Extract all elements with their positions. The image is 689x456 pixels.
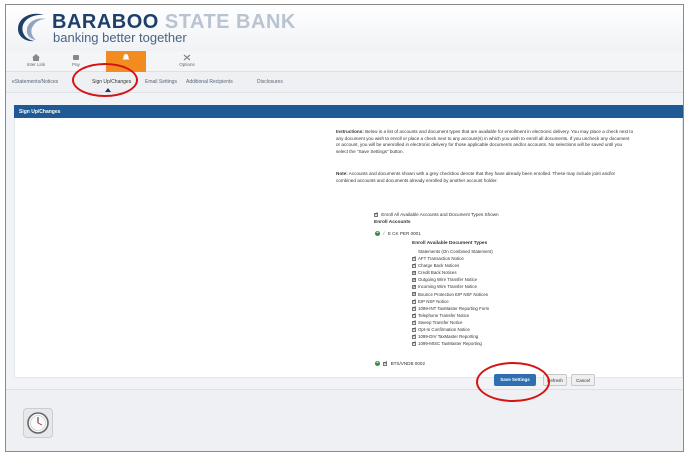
cancel-button[interactable]: Cancel xyxy=(571,374,595,386)
doc-type-item: 1099-MISC TaxMaster Reporting xyxy=(412,340,493,348)
doc-type-checkbox[interactable] xyxy=(412,291,417,298)
doc-type-item: Opt-In Confirmation Notice xyxy=(412,326,493,333)
nav-item-options[interactable]: Options xyxy=(167,51,207,72)
doc-type-item: Telephone Transfer Notice xyxy=(412,312,493,319)
expand-plus-icon[interactable]: + xyxy=(375,361,380,367)
doc-type-checkbox[interactable] xyxy=(412,312,417,319)
account-separator: / xyxy=(383,231,385,236)
instructions-label: Instructions: xyxy=(336,129,364,134)
nav-item-label: Inter Link xyxy=(26,62,46,67)
footer xyxy=(6,389,683,451)
pay-icon xyxy=(73,55,79,60)
doc-type-checkbox[interactable] xyxy=(412,270,417,277)
doc-type-item: Credit Back Notices xyxy=(412,269,493,277)
nav-item-home[interactable]: Inter Link xyxy=(16,51,56,72)
doc-types-heading: Enroll Available Document Types xyxy=(412,241,488,246)
doc-type-label: Incoming Wire Transfer Notice xyxy=(418,284,478,290)
account-name: BTS/VNDB 0002 xyxy=(390,361,426,366)
doc-type-checkbox[interactable] xyxy=(412,277,417,284)
account-checkbox[interactable] xyxy=(383,360,388,366)
doc-type-item: Bounce Protection EIP NSF Notices xyxy=(412,291,493,298)
content-card xyxy=(14,118,683,378)
instructions-text: Instructions: Below is a list of account… xyxy=(336,129,634,155)
doc-type-item: Incoming Wire Transfer Notice xyxy=(412,283,493,291)
doc-type-label: EIP NSF Notice xyxy=(418,298,449,304)
account-row: + / E CK PER 0001 xyxy=(375,231,421,237)
doc-type-label: 1099-INT TaxMaster Reporting Form xyxy=(418,305,490,311)
instructions-body: Below is a list of accounts and document… xyxy=(336,129,634,154)
tab-disclosures[interactable]: Disclosures xyxy=(257,79,283,85)
doc-type-item: 1099-DIV TaxMaster Reporting xyxy=(412,333,493,340)
doc-type-label: Sweep Transfer Notice xyxy=(418,319,463,325)
annotation-circle xyxy=(72,63,138,97)
doc-type-checkbox[interactable] xyxy=(412,255,417,262)
tab-additional-recipients[interactable]: Additional Recipients xyxy=(186,79,233,85)
doc-type-item: 1099-INT TaxMaster Reporting Form xyxy=(412,305,493,312)
bank-logo-icon xyxy=(18,13,46,42)
clock-icon xyxy=(27,412,49,434)
expand-plus-icon[interactable]: + xyxy=(375,231,380,237)
doc-types-list: Statements (On Combined Statement) AFT T… xyxy=(412,248,493,348)
tab-estatements-notices[interactable]: eStatements/Notices xyxy=(12,79,58,85)
enroll-accounts-heading: Enroll Accounts xyxy=(374,220,411,225)
doc-type-label: Credit Back Notices xyxy=(418,270,457,276)
doc-type-checkbox[interactable] xyxy=(412,284,417,291)
doc-type-item: Sweep Transfer Notice xyxy=(412,319,493,326)
bell-icon xyxy=(122,54,130,60)
doc-type-label: Telephone Transfer Notice xyxy=(418,312,470,318)
doc-type-label: Opt-In Confirmation Notice xyxy=(418,327,470,333)
account-name: E CK PER 0001 xyxy=(387,231,421,236)
section-title: Sign Up/Changes xyxy=(14,105,683,118)
doc-type-label: AFT Transaction Notice xyxy=(418,256,464,262)
note-body: Accounts and documents shown with a grey… xyxy=(336,171,616,183)
annotation-circle xyxy=(476,362,550,402)
nav-item-label: Options xyxy=(179,62,195,67)
doc-type-label: Bounce Protection EIP NSF Notices xyxy=(418,291,488,297)
doc-type-checkbox[interactable] xyxy=(412,298,417,305)
note-text: Note: Accounts and documents shown with … xyxy=(336,171,634,184)
doc-type-item: EIP NSF Notice xyxy=(412,298,493,305)
doc-type-checkbox[interactable] xyxy=(412,333,417,340)
bank-tagline: banking better together xyxy=(53,30,187,45)
account-row: + BTS/VNDB 0002 xyxy=(375,360,426,367)
doc-type-checkbox[interactable] xyxy=(412,319,417,326)
doc-type-item: AFT Transaction Notice xyxy=(412,255,493,262)
doc-type-label: Outgoing Wire Transfer Notice xyxy=(418,277,478,283)
doc-type-checkbox[interactable] xyxy=(412,305,417,312)
doc-type-item: Statements (On Combined Statement) xyxy=(412,248,493,255)
enroll-all-checkbox[interactable] xyxy=(374,211,379,217)
tab-email-settings[interactable]: Email Settings xyxy=(145,79,177,85)
session-timer-widget xyxy=(23,408,53,438)
doc-type-label: 1099-DIV TaxMaster Reporting xyxy=(418,334,479,340)
options-icon xyxy=(183,54,191,61)
enroll-all-label: Enroll All Available Accounts and Docume… xyxy=(381,212,499,217)
bank-header: BARABOO STATE BANK banking better togeth… xyxy=(6,5,683,51)
nav-item-label: Pay xyxy=(72,62,80,67)
enroll-all-row: Enroll All Available Accounts and Docume… xyxy=(374,211,499,217)
note-label: Note: xyxy=(336,171,348,176)
doc-type-label: Statements (On Combined Statement) xyxy=(418,249,493,254)
doc-type-checkbox[interactable] xyxy=(412,340,417,348)
doc-type-checkbox[interactable] xyxy=(412,262,417,270)
doc-type-checkbox[interactable] xyxy=(412,326,417,333)
home-icon xyxy=(32,54,40,61)
doc-type-item: Outgoing Wire Transfer Notice xyxy=(412,276,493,284)
doc-type-label: Charge Back Notices xyxy=(418,263,460,269)
doc-type-item: Charge Back Notices xyxy=(412,262,493,270)
doc-type-label: 1099-MISC TaxMaster Reporting xyxy=(418,341,482,347)
